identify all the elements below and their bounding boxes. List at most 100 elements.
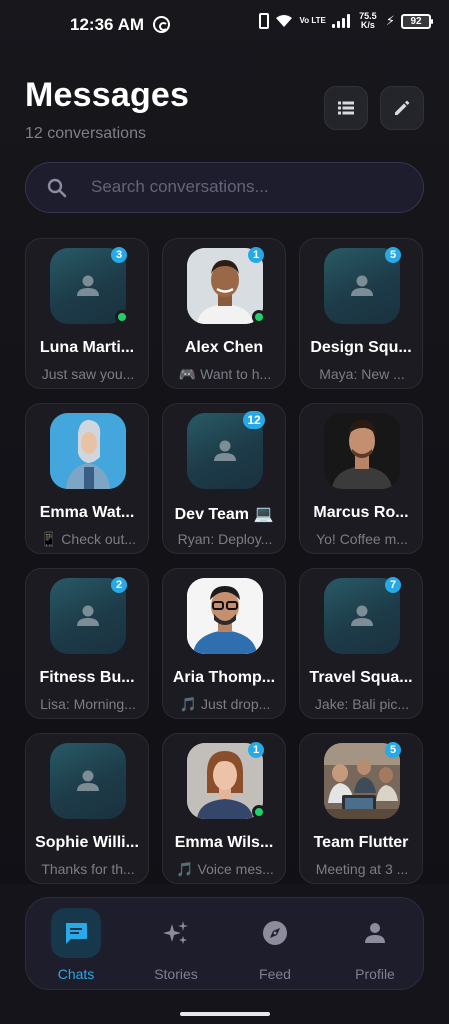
new-message-button[interactable] (380, 86, 424, 130)
unread-badge: 3 (111, 247, 127, 263)
conversation-card[interactable]: Emma Wat... 📱 Check out... (25, 403, 149, 554)
app-notification-icon (153, 16, 170, 33)
network-label: Vo LTE (299, 17, 325, 25)
contact-name: Emma Wat... (39, 504, 135, 521)
contact-name: Design Squ... (310, 339, 412, 356)
contact-name: Aria Thomp... (172, 669, 276, 686)
bottom-navigation: Chats Stories Feed Profile (25, 897, 424, 990)
nav-icon-container (151, 908, 201, 958)
profile-photo (50, 413, 126, 489)
message-preview: 🎮 Want to h... (178, 366, 272, 382)
avatar: 5 (324, 247, 401, 324)
conversation-card[interactable]: Sophie Willi... Thanks for th... (25, 733, 149, 884)
battery-icon: 92 (401, 13, 433, 29)
conversation-card[interactable]: 5 Team Flutter Meeting at 3 ... (299, 733, 423, 884)
network-text: Vo LTE (299, 16, 326, 25)
contact-name: Emma Wils... (174, 834, 274, 851)
person-icon (365, 923, 385, 943)
conversation-card[interactable]: 5 Design Squ... Maya: New ... (299, 238, 423, 389)
contact-name: Alex Chen (184, 339, 264, 356)
nav-label: Feed (259, 966, 291, 982)
conversation-card[interactable]: 3 Luna Marti... Just saw you... (25, 238, 149, 389)
person-icon (214, 440, 236, 461)
message-preview: 📱 Check out... (39, 531, 137, 547)
message-preview: Ryan: Deploy... (177, 531, 273, 547)
contact-name: Sophie Willi... (35, 834, 139, 851)
contact-name: Luna Marti... (39, 339, 135, 356)
nav-item-feed[interactable]: Feed (240, 908, 310, 983)
avatar: 3 (50, 247, 129, 324)
avatar (324, 413, 400, 489)
unread-badge: 5 (385, 742, 401, 758)
contact-name: Travel Squa... (309, 669, 413, 686)
message-preview: Lisa: Morning... (40, 696, 136, 712)
online-indicator (252, 805, 266, 819)
vibrate-icon (259, 13, 270, 29)
avatar-placeholder (50, 743, 126, 819)
sparkles-icon (163, 921, 188, 944)
unread-badge: 5 (385, 247, 401, 263)
status-indicators: Vo LTE 75.5 K/s ⚡ 92 (259, 11, 433, 30)
conversation-card[interactable]: 2 Fitness Bu... Lisa: Morning... (25, 568, 149, 719)
conversation-card[interactable]: 1 Alex Chen 🎮 Want to h... (162, 238, 286, 389)
page-title: Messages (25, 76, 190, 114)
unread-badge: 1 (248, 247, 264, 263)
status-bar: 12:36 AM Vo LTE 75.5 K/s ⚡ 92 (0, 0, 449, 52)
message-preview: Jake: Bali pic... (314, 696, 410, 712)
signal-icon (331, 14, 350, 28)
list-view-button[interactable] (324, 86, 368, 130)
avatar: 5 (324, 742, 401, 819)
person-icon (351, 605, 373, 626)
online-indicator (115, 310, 129, 324)
conversation-card[interactable]: Marcus Ro... Yo! Coffee m... (299, 403, 423, 554)
conversation-card[interactable]: Aria Thomp... 🎵 Just drop... (162, 568, 286, 719)
avatar-photo (187, 578, 263, 654)
avatar: 12 (187, 411, 265, 489)
profile-photo (324, 413, 400, 489)
avatar: 2 (50, 577, 127, 654)
profile-photo (187, 578, 263, 654)
nav-label: Chats (57, 966, 95, 982)
search-bar[interactable] (25, 162, 424, 213)
nav-label: Stories (154, 966, 198, 982)
search-input[interactable] (91, 163, 411, 211)
message-preview: Meeting at 3 ... (315, 861, 409, 877)
unread-badge: 1 (248, 742, 264, 758)
avatar (50, 413, 126, 489)
avatar: 1 (187, 247, 266, 324)
nav-item-profile[interactable]: Profile (340, 908, 410, 983)
message-preview: Maya: New ... (319, 366, 405, 382)
conversation-count: 12 conversations (25, 125, 146, 142)
battery-level: 92 (410, 15, 422, 27)
message-preview: Just saw you... (41, 366, 135, 382)
conversation-card[interactable]: 1 Emma Wils... 🎵 Voice mes... (162, 733, 286, 884)
avatar-photo (324, 413, 400, 489)
network-speed: 75.5 K/s (359, 11, 377, 30)
message-preview: Thanks for th... (41, 861, 135, 877)
avatar-photo (50, 413, 126, 489)
nav-item-chats[interactable]: Chats (41, 908, 111, 983)
nav-item-stories[interactable]: Stories (141, 908, 211, 983)
person-icon (77, 605, 99, 626)
unread-badge: 7 (385, 577, 401, 593)
avatar (50, 743, 126, 819)
search-icon (47, 178, 67, 198)
status-time: 12:36 AM (70, 15, 145, 34)
conversation-card[interactable]: 12 Dev Team 💻 Ryan: Deploy... (162, 403, 286, 554)
nav-icon-container (51, 908, 101, 958)
conversation-card[interactable]: 7 Travel Squa... Jake: Bali pic... (299, 568, 423, 719)
unread-badge: 12 (243, 411, 265, 429)
contact-name: Fitness Bu... (39, 669, 135, 686)
message-preview: Yo! Coffee m... (316, 531, 408, 547)
unread-badge: 2 (111, 577, 127, 593)
person-icon (77, 770, 99, 791)
contact-name: Dev Team 💻 (174, 506, 274, 523)
online-indicator (252, 310, 266, 324)
contact-name: Marcus Ro... (313, 504, 409, 521)
compass-icon (263, 921, 287, 945)
avatar: 7 (324, 577, 401, 654)
home-indicator[interactable] (180, 1012, 270, 1016)
message-preview: 🎵 Voice mes... (176, 861, 274, 877)
avatar: 1 (187, 742, 266, 819)
message-preview: 🎵 Just drop... (179, 696, 271, 712)
